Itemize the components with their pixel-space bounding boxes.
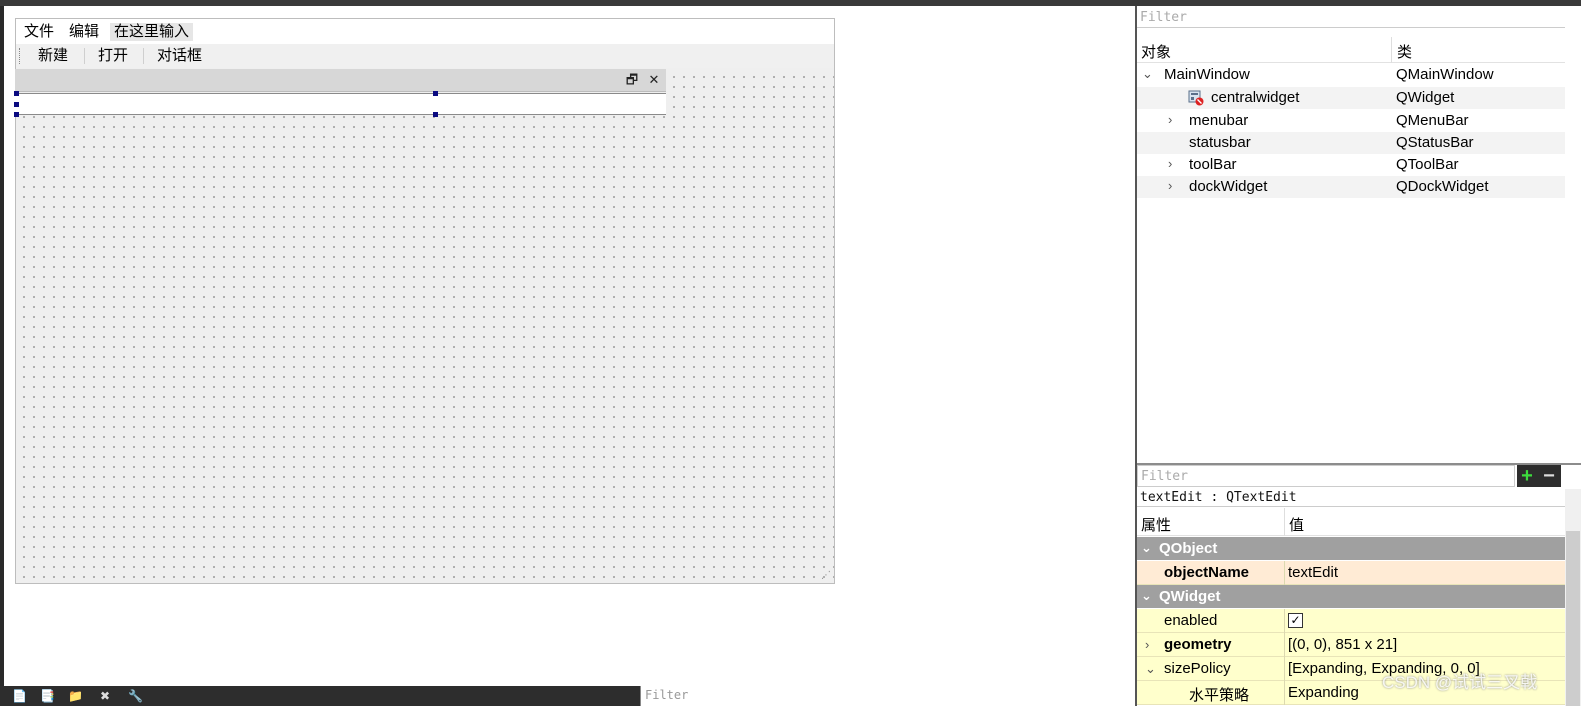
- property-group-qobject[interactable]: ⌄ QObject: [1137, 537, 1565, 560]
- bottom-toolbar: 📄 📑 📁 ✖ 🔧: [0, 686, 640, 706]
- tree-item-name: dockWidget: [1189, 178, 1268, 195]
- column-header-value[interactable]: 值: [1289, 514, 1304, 535]
- group-label: QObject: [1159, 540, 1218, 557]
- tree-item-name: centralwidget: [1211, 89, 1300, 106]
- form-menubar: 文件 编辑 在这里输入: [15, 18, 835, 44]
- object-inspector-header: 对象 类: [1137, 37, 1565, 63]
- chevron-down-icon[interactable]: ⌄: [1141, 539, 1152, 557]
- new-file-icon[interactable]: 📄: [12, 689, 27, 703]
- property-row-geometry[interactable]: › geometry [(0, 0), 851 x 21]: [1137, 633, 1565, 657]
- close-icon[interactable]: ✕: [647, 72, 661, 88]
- text-edit-widget[interactable]: [14, 91, 666, 117]
- property-value[interactable]: textEdit: [1288, 564, 1338, 581]
- toolbar-separator: [84, 48, 85, 64]
- property-name: sizePolicy: [1164, 660, 1231, 677]
- property-row-enabled[interactable]: enabled ✓: [1137, 609, 1565, 633]
- tree-row-mainwindow[interactable]: ⌄ MainWindow QMainWindow: [1137, 64, 1565, 86]
- tree-row-menubar[interactable]: › menubar QMenuBar: [1137, 110, 1565, 132]
- tree-item-name: toolBar: [1189, 156, 1237, 173]
- column-header-property[interactable]: 属性: [1141, 514, 1171, 535]
- tree-item-name: menubar: [1189, 112, 1249, 129]
- column-separator: [1284, 561, 1285, 585]
- selection-handle[interactable]: [433, 91, 438, 96]
- folder-icon[interactable]: 📁: [68, 689, 83, 703]
- copy-icon[interactable]: 📑: [40, 689, 55, 703]
- toolbar-separator: [143, 48, 144, 64]
- chevron-down-icon[interactable]: ⌄: [1142, 66, 1154, 82]
- tree-item-name: MainWindow: [1164, 66, 1250, 83]
- add-property-button[interactable]: +: [1517, 465, 1537, 487]
- wrench-icon[interactable]: 🔧: [128, 689, 143, 703]
- tree-row-statusbar[interactable]: statusbar QStatusBar: [1137, 132, 1565, 154]
- column-separator: [1284, 681, 1285, 705]
- property-target-label: textEdit : QTextEdit: [1137, 489, 1565, 507]
- delete-icon[interactable]: ✖: [98, 689, 112, 703]
- watermark: CSDN @试试三叉戟: [1382, 673, 1538, 692]
- tree-item-name: statusbar: [1189, 134, 1251, 151]
- scrollbar-thumb[interactable]: [1566, 531, 1580, 706]
- tree-item-class: QToolBar: [1396, 156, 1459, 173]
- chevron-right-icon[interactable]: ›: [1145, 636, 1149, 653]
- bottom-filter-input[interactable]: Filter: [640, 686, 1136, 706]
- tree-row-toolbar[interactable]: › toolBar QToolBar: [1137, 154, 1565, 176]
- resize-grip-icon[interactable]: ⋰: [821, 571, 831, 581]
- column-separator[interactable]: [1391, 37, 1392, 63]
- column-header-class[interactable]: 类: [1397, 41, 1412, 62]
- column-separator: [1284, 609, 1285, 633]
- tree-item-class: QMenuBar: [1396, 112, 1469, 129]
- menu-file[interactable]: 文件: [24, 23, 54, 41]
- selection-handle[interactable]: [14, 91, 19, 96]
- column-separator: [1284, 633, 1285, 657]
- chevron-right-icon[interactable]: ›: [1168, 178, 1180, 194]
- remove-property-button[interactable]: −: [1537, 465, 1561, 487]
- tree-row-centralwidget[interactable]: centralwidget QWidget: [1137, 87, 1565, 109]
- selection-handle[interactable]: [433, 112, 438, 117]
- menu-type-here[interactable]: 在这里输入: [110, 23, 194, 41]
- property-filter-input[interactable]: Filter: [1137, 465, 1515, 487]
- chevron-down-icon[interactable]: ⌄: [1145, 660, 1156, 677]
- tree-item-class: QMainWindow: [1396, 66, 1494, 83]
- toolbar-grip[interactable]: [19, 48, 21, 64]
- toolbar-dialog[interactable]: 对话框: [157, 47, 202, 65]
- selection-handle[interactable]: [14, 112, 19, 117]
- menu-edit[interactable]: 编辑: [69, 23, 99, 41]
- property-name: enabled: [1164, 612, 1218, 629]
- tree-row-dockwidget[interactable]: › dockWidget QDockWidget: [1137, 176, 1565, 198]
- property-name: objectName: [1164, 564, 1250, 581]
- widget-broken-layout-icon: [1188, 90, 1204, 106]
- enabled-checkbox[interactable]: ✓: [1288, 613, 1303, 628]
- toolbar-open[interactable]: 打开: [98, 47, 128, 65]
- chevron-right-icon[interactable]: ›: [1168, 156, 1180, 172]
- chevron-right-icon[interactable]: ›: [1168, 112, 1180, 128]
- float-icon[interactable]: 🗗: [625, 72, 639, 88]
- tree-item-class: QDockWidget: [1396, 178, 1489, 195]
- selection-handle[interactable]: [14, 102, 19, 107]
- column-header-object[interactable]: 对象: [1141, 41, 1171, 62]
- column-separator[interactable]: [1284, 508, 1285, 536]
- dock-widget-titlebar[interactable]: 🗗 ✕: [15, 69, 666, 92]
- property-value[interactable]: [(0, 0), 851 x 21]: [1288, 636, 1397, 653]
- property-row-objectname[interactable]: objectName textEdit: [1137, 561, 1565, 585]
- toolbar-new[interactable]: 新建: [38, 47, 68, 65]
- property-name: 水平策略: [1189, 687, 1250, 704]
- property-value[interactable]: Expanding: [1288, 684, 1359, 701]
- tree-item-class: QWidget: [1396, 89, 1455, 106]
- chevron-down-icon[interactable]: ⌄: [1141, 587, 1152, 605]
- group-label: QWidget: [1159, 588, 1221, 605]
- form-toolbar: 新建 打开 对话框: [15, 44, 835, 68]
- property-group-qwidget[interactable]: ⌄ QWidget: [1137, 585, 1565, 608]
- object-filter-input[interactable]: Filter: [1137, 8, 1565, 28]
- column-separator: [1284, 657, 1285, 681]
- top-toolbar-strip: [0, 0, 1581, 6]
- tree-item-class: QStatusBar: [1396, 134, 1474, 151]
- property-name: geometry: [1164, 636, 1232, 653]
- left-edge: [0, 6, 4, 686]
- property-editor-header: 属性 值: [1137, 508, 1565, 536]
